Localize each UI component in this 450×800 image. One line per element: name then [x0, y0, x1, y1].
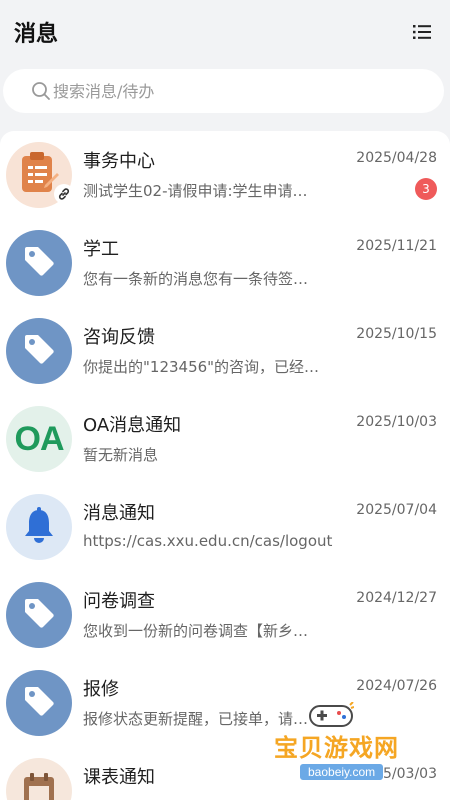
oa-icon: OA [14, 419, 65, 458]
page-title: 消息 [14, 22, 59, 47]
message-date: 2025/10/15 [356, 326, 437, 342]
message-title: 学工 [83, 239, 119, 260]
avatar: OA [6, 406, 72, 472]
search-bar[interactable] [3, 69, 444, 113]
search-bar-container [0, 64, 450, 113]
message-title: 课表通知 [83, 767, 155, 788]
avatar [6, 494, 72, 560]
tag-icon [22, 684, 56, 722]
avatar [6, 670, 72, 736]
message-content: 咨询反馈 2025/10/15 你提出的"123456"的咨询，已经… [83, 318, 450, 384]
message-content: 问卷调查 2024/12/27 您收到一份新的问卷调查【新乡… [83, 582, 450, 648]
tag-icon [22, 244, 56, 282]
list-item[interactable]: OA OA消息通知 2025/10/03 暂无新消息 [0, 395, 450, 483]
watermark-title: 宝贝游戏网 [274, 734, 399, 762]
list-item[interactable]: 学工 2025/11/21 您有一条新的消息您有一条待签… [0, 219, 450, 307]
message-preview: 你提出的"123456"的咨询，已经… [83, 358, 320, 376]
clipboard-icon [19, 151, 59, 199]
avatar [6, 582, 72, 648]
message-date: 2024/12/27 [356, 590, 437, 606]
avatar [6, 142, 74, 208]
watermark-url: baobeiy.com [300, 764, 384, 780]
tag-icon [22, 332, 56, 370]
message-date: 2025/11/21 [356, 238, 437, 254]
message-date: 2025/07/04 [356, 502, 437, 518]
list-item[interactable]: 问卷调查 2024/12/27 您收到一份新的问卷调查【新乡… [0, 571, 450, 659]
message-list: 事务中心 2025/04/28 测试学生02-请假申请:学生申请… 3 学工 2… [0, 131, 450, 800]
link-icon [54, 184, 74, 204]
avatar [6, 230, 72, 296]
message-preview: 您有一条新的消息您有一条待签… [83, 270, 309, 288]
search-input[interactable] [53, 81, 353, 101]
list-item[interactable]: 咨询反馈 2025/10/15 你提出的"123456"的咨询，已经… [0, 307, 450, 395]
message-content: OA消息通知 2025/10/03 暂无新消息 [83, 406, 450, 472]
message-content: 消息通知 2025/07/04 https://cas.xxu.edu.cn/c… [83, 494, 450, 560]
bell-icon [22, 506, 56, 548]
message-title: 报修 [83, 679, 119, 700]
message-title: 消息通知 [83, 503, 155, 524]
calendar-icon [21, 771, 57, 800]
unread-badge: 3 [415, 178, 437, 200]
message-preview: 暂无新消息 [83, 446, 159, 464]
message-title: 咨询反馈 [83, 327, 155, 348]
list-menu-icon[interactable] [412, 22, 432, 42]
message-title: OA消息通知 [83, 415, 182, 436]
avatar [6, 318, 72, 384]
tag-icon [22, 596, 56, 634]
message-preview: https://cas.xxu.edu.cn/cas/logout [83, 532, 333, 550]
message-date: 2025/10/03 [356, 414, 437, 430]
message-content: 事务中心 2025/04/28 测试学生02-请假申请:学生申请… 3 [83, 142, 450, 208]
watermark: 宝贝游戏网 baobeiy.com [274, 701, 444, 790]
message-preview: 您收到一份新的问卷调查【新乡… [83, 622, 309, 640]
message-preview: 测试学生02-请假申请:学生申请… [83, 182, 308, 200]
avatar [6, 758, 72, 800]
message-date: 2024/07/26 [356, 678, 437, 694]
message-date: 2025/04/28 [356, 150, 437, 166]
list-item[interactable]: 消息通知 2025/07/04 https://cas.xxu.edu.cn/c… [0, 483, 450, 571]
message-title: 事务中心 [83, 151, 155, 172]
header: 消息 [0, 0, 450, 64]
message-content: 学工 2025/11/21 您有一条新的消息您有一条待签… [83, 230, 450, 296]
search-icon [31, 81, 51, 101]
list-item[interactable]: 事务中心 2025/04/28 测试学生02-请假申请:学生申请… 3 [0, 131, 450, 219]
message-title: 问卷调查 [83, 591, 155, 612]
